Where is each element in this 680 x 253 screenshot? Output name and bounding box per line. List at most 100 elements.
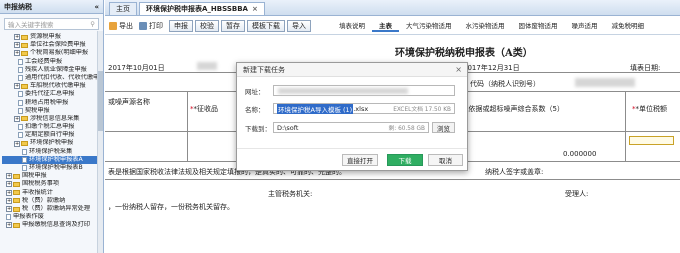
expand-icon[interactable]: +	[6, 222, 12, 229]
sidebar-item-label: 工会经费申报	[25, 57, 63, 65]
declare-button[interactable]: 申报	[169, 19, 193, 32]
sidebar-item[interactable]: 耕地占用税申报	[2, 99, 103, 107]
sidebar-item[interactable]: + 丰收报统计	[2, 189, 103, 197]
close-icon[interactable]: ×	[455, 63, 462, 77]
sidebar-item[interactable]: 残疾人就业保障金申报	[2, 66, 103, 74]
sidebar-item[interactable]: 申报表作废	[2, 213, 103, 221]
expand-icon[interactable]: +	[6, 181, 12, 188]
sidebar-item-label: 残疾人就业保障金申报	[25, 65, 87, 73]
filename-extension: .xlsx	[353, 104, 369, 113]
expand-icon[interactable]: +	[6, 173, 12, 180]
sidebar-item[interactable]: 环境保护税申报表A	[2, 155, 103, 164]
import-button[interactable]: 导入	[287, 19, 311, 32]
sidebar-item-label: 定期定额自行申报	[25, 131, 75, 139]
expand-icon[interactable]: +	[6, 206, 12, 213]
tab-env-tax-report-a[interactable]: 环境保护税申报表A_HBSSBBA ×	[139, 2, 265, 15]
file-size-info: EXCEL文档 17.50 KB	[393, 107, 451, 113]
sidebar-item-label: 国税税务事项	[22, 180, 60, 188]
sidebar-item[interactable]: 委托代征汇总申报	[2, 90, 103, 98]
sidebar-item[interactable]: + 税（费）款缴纳	[2, 197, 103, 205]
folder-icon	[21, 116, 28, 122]
directory-input[interactable]: D:\soft 剩: 60.58 GB	[273, 122, 429, 133]
save-draft-button[interactable]: 暂存	[221, 19, 245, 32]
calc-basis-value: 0.000000	[563, 150, 597, 158]
sidebar-item[interactable]: 环境保护税采集	[2, 148, 103, 156]
sidebar-item[interactable]: + 环境保护税申报	[2, 139, 103, 147]
folder-icon	[21, 50, 28, 56]
sidebar-item[interactable]: + 申报缴税信息查询及打印	[2, 221, 103, 229]
open-directly-button[interactable]: 直接打开	[342, 154, 378, 166]
sidebar-item[interactable]: + 车船税代收代缴申报	[2, 82, 103, 90]
sidebar-item-label: 环境保护税申报	[30, 139, 74, 147]
sidebar-item-label: 通用代扣代收、代收代缴申报	[25, 73, 103, 81]
expand-icon[interactable]: +	[14, 42, 20, 49]
browse-button[interactable]: 浏览	[432, 122, 455, 133]
sidebar-item[interactable]: + 税（费）款缴纳异常处理	[2, 205, 103, 213]
sidebar-item[interactable]: + 国税税务事项	[2, 180, 103, 188]
print-button[interactable]: 打印	[139, 21, 163, 31]
menu-tree: + 资源税申报 + 单位社会保险费申报 + 个税简易报(明细申报 工会经费申报 残疾人就业保障…	[0, 33, 103, 230]
expand-icon[interactable]: +	[14, 34, 20, 41]
sidebar-item-label: 耕地占用税申报	[25, 98, 69, 106]
section-tab[interactable]: 水污染物适用	[459, 20, 512, 32]
sidebar-item-label: 契税申报	[25, 106, 50, 114]
sidebar-item-label: 环境保护税申报表B	[29, 164, 83, 171]
expand-icon[interactable]: +	[14, 83, 20, 90]
report-title: 环境保护税纳税申报表（A类）	[395, 48, 533, 59]
section-tab[interactable]: 噪声适用	[565, 20, 605, 32]
export-button[interactable]: 导出	[109, 21, 133, 31]
folder-icon	[21, 83, 28, 89]
document-icon	[18, 66, 23, 73]
sidebar-item-label: 单位社会保险费申报	[30, 41, 86, 49]
sidebar-item[interactable]: 契税申报	[2, 107, 103, 115]
document-icon	[18, 91, 23, 98]
cancel-button[interactable]: 取消	[428, 154, 463, 166]
download-button[interactable]: 下载	[387, 154, 423, 166]
tab-home[interactable]: 主页	[109, 2, 137, 15]
section-tab[interactable]: 减免税明细	[605, 20, 652, 32]
sidebar-item[interactable]: 扣缴个税汇总申报	[2, 123, 103, 131]
column-tax-item: **征收品	[190, 105, 218, 113]
sidebar-item-label: 车船税代收代缴申报	[30, 82, 86, 90]
document-icon	[18, 124, 23, 131]
sidebar-item[interactable]: 工会经费申报	[2, 58, 103, 66]
validate-button[interactable]: 校验	[195, 19, 219, 32]
form-section-tabs: 填表说明 主表 大气污染物适用 水污染物适用 固体废物适用 噪声适用 减免税明细	[332, 17, 651, 35]
expand-icon[interactable]: +	[6, 197, 12, 204]
document-icon	[22, 148, 27, 155]
section-tab[interactable]: 主表	[372, 20, 399, 32]
sidebar-item[interactable]: 通用代扣代收、代收代缴申报	[2, 74, 103, 82]
sidebar: 申报纳税 « 输入关键字搜索 ⚲ + 资源税申报 + 单位社会保险费申报 + 个税简易报(…	[0, 0, 104, 253]
sidebar-item[interactable]: + 单位社会保险费申报	[2, 41, 103, 49]
section-tab[interactable]: 固体废物适用	[512, 20, 565, 32]
section-tab[interactable]: 大气污染物适用	[399, 20, 459, 32]
sidebar-item-label: 扣缴个税汇总申报	[25, 123, 75, 131]
sidebar-item-label: 环境保护税申报表A	[29, 155, 83, 163]
expand-icon[interactable]: +	[14, 50, 20, 57]
document-icon	[18, 75, 23, 82]
sidebar-item[interactable]: + 个税简易报(明细申报	[2, 49, 103, 57]
sidebar-item-label: 涉税信息信息采集	[30, 114, 80, 122]
sidebar-scrollbar[interactable]	[97, 31, 103, 253]
sidebar-item[interactable]: 定期定额自行申报	[2, 131, 103, 139]
expand-icon[interactable]: +	[14, 140, 20, 147]
close-tab-icon[interactable]: ×	[252, 5, 258, 13]
receiver-label: 受理人:	[565, 190, 589, 198]
sidebar-item[interactable]: + 国税申报	[2, 172, 103, 180]
url-input[interactable]	[273, 85, 455, 96]
sidebar-item[interactable]: + 资源税申报	[2, 33, 103, 41]
section-tab[interactable]: 填表说明	[332, 20, 372, 32]
sidebar-search-input[interactable]: 输入关键字搜索 ⚲	[4, 18, 99, 30]
sidebar-item[interactable]: 环境保护税申报表B	[2, 164, 103, 172]
expand-icon[interactable]: +	[14, 115, 20, 122]
collapse-sidebar-icon[interactable]: «	[94, 3, 99, 11]
template-download-button[interactable]: 模板下载	[247, 19, 285, 32]
expand-icon[interactable]: +	[6, 189, 12, 196]
sidebar-item-label: 个税简易报(明细申报	[30, 49, 89, 57]
sidebar-item[interactable]: + 涉税信息信息采集	[2, 115, 103, 123]
name-label: 名称：	[245, 105, 265, 114]
filename-input[interactable]: 环境保护税A导入模板 (1) .xlsx EXCEL文档 17.50 KB	[273, 103, 455, 114]
unit-tax-input[interactable]	[629, 136, 674, 145]
document-icon	[18, 58, 23, 65]
search-icon[interactable]: ⚲	[90, 20, 95, 28]
